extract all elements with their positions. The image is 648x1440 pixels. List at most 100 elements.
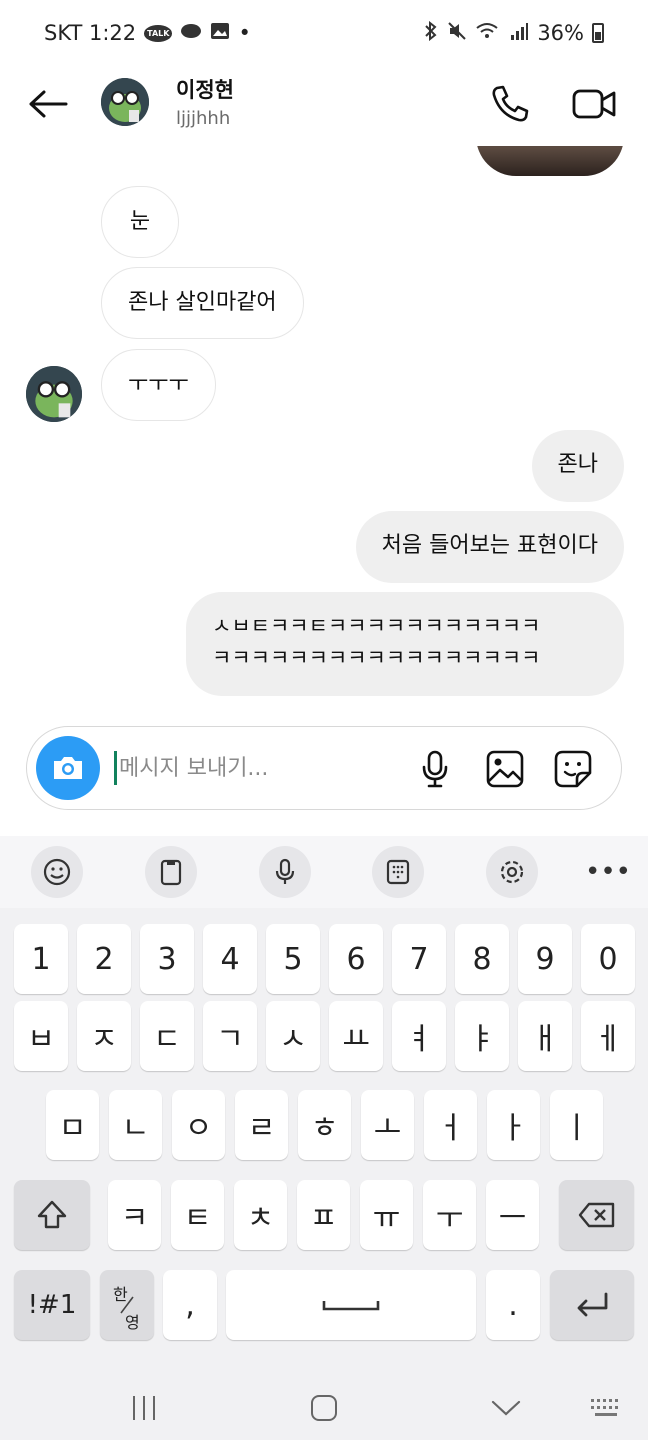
message-input[interactable] (119, 747, 399, 789)
sticker-button[interactable] (551, 747, 595, 791)
number-key[interactable]: 4 (203, 924, 257, 994)
backspace-key[interactable] (559, 1180, 634, 1250)
number-key[interactable]: 9 (518, 924, 572, 994)
chevron-down-icon (491, 1400, 521, 1416)
number-key[interactable]: 8 (455, 924, 509, 994)
video-camera-icon (572, 89, 616, 119)
number-key[interactable]: 5 (266, 924, 320, 994)
more-options-icon[interactable]: ••• (582, 846, 634, 898)
number-key[interactable]: 3 (140, 924, 194, 994)
back-button[interactable] (26, 86, 70, 122)
letter-key[interactable]: ㅌ (171, 1180, 224, 1250)
keypad-mode-button[interactable] (372, 846, 424, 898)
letter-key[interactable]: ㅔ (581, 1001, 635, 1071)
video-call-button[interactable] (571, 82, 617, 126)
keyboard-icon (591, 1399, 618, 1416)
enter-key[interactable] (550, 1270, 634, 1340)
message-bubble-in[interactable]: ㅜㅜㅜ (101, 349, 216, 421)
message-list: 눈 존나 살인마같어 ㅜㅜㅜ 존나 처음 들어보는 표현이다 ㅅㅂㅌㅋㅋㅌㅋㅋㅋ… (0, 146, 648, 726)
language-toggle-key[interactable]: 한 영 (100, 1270, 154, 1340)
voice-input-button[interactable] (259, 846, 311, 898)
letter-key[interactable]: ㅊ (234, 1180, 287, 1250)
microphone-icon (275, 858, 295, 884)
letter-key[interactable]: ㄹ (235, 1090, 288, 1160)
letter-key[interactable]: ㅂ (14, 1001, 68, 1071)
letter-key[interactable]: ㅓ (424, 1090, 477, 1160)
message-bubble-in[interactable]: 존나 살인마같어 (101, 267, 304, 339)
shift-icon (37, 1200, 67, 1229)
number-key[interactable]: 7 (392, 924, 446, 994)
letter-key[interactable]: ㄴ (109, 1090, 162, 1160)
contact-avatar[interactable] (101, 78, 149, 126)
system-nav-bar (0, 1376, 648, 1440)
voice-call-button[interactable] (488, 82, 532, 126)
backspace-icon (578, 1202, 614, 1228)
message-composer (26, 726, 622, 810)
kakaotalk-icon: TALK (144, 24, 173, 42)
status-bar: SKT 1:22 TALK • 36% (0, 0, 648, 66)
clipboard-button[interactable] (145, 846, 197, 898)
letter-key[interactable]: ㅣ (550, 1090, 603, 1160)
letter-key[interactable]: ㅁ (46, 1090, 99, 1160)
mute-icon (447, 21, 467, 45)
letter-key[interactable]: ㅍ (297, 1180, 350, 1250)
home-icon (311, 1395, 337, 1421)
enter-icon (577, 1292, 608, 1317)
battery-icon (592, 23, 604, 43)
recent-apps-icon (133, 1396, 155, 1420)
emoji-button[interactable] (31, 846, 83, 898)
battery-percent: 36% (537, 21, 584, 45)
period-key[interactable]: . (486, 1270, 540, 1340)
letter-key[interactable]: ㅡ (486, 1180, 539, 1250)
recent-apps-button[interactable] (114, 1386, 174, 1430)
bluetooth-icon (423, 20, 439, 45)
letter-key[interactable]: ㅇ (172, 1090, 225, 1160)
letter-key[interactable]: ㅑ (455, 1001, 509, 1071)
letter-key[interactable]: ㅎ (298, 1090, 351, 1160)
voice-message-button[interactable] (413, 747, 457, 791)
message-bubble-out[interactable]: 처음 들어보는 표현이다 (355, 511, 624, 583)
camera-button[interactable] (36, 736, 100, 800)
arrow-left-icon (29, 90, 68, 118)
letter-key[interactable]: ㅈ (77, 1001, 131, 1071)
letter-key[interactable]: ㄱ (203, 1001, 257, 1071)
space-key[interactable] (226, 1270, 476, 1340)
comma-key[interactable]: , (163, 1270, 217, 1340)
message-bubble-out[interactable]: ㅅㅂㅌㅋㅋㅌㅋㅋㅋㅋㅋㅋㅋㅋㅋㅋㅋ ㅋㅋㅋㅋㅋㅋㅋㅋㅋㅋㅋㅋㅋㅋㅋㅋㅋ (186, 592, 624, 696)
number-key[interactable]: 6 (329, 924, 383, 994)
text-cursor (114, 751, 117, 785)
letter-key[interactable]: ㅋ (108, 1180, 161, 1250)
keyboard-settings-button[interactable] (486, 846, 538, 898)
keyboard-switch-button[interactable] (576, 1386, 636, 1430)
contact-title[interactable]: 이정현 ljjjhhh (176, 74, 234, 129)
space-icon (322, 1301, 380, 1311)
letter-key[interactable]: ㅜ (423, 1180, 476, 1250)
letter-key[interactable]: ㅏ (487, 1090, 540, 1160)
letter-key[interactable]: ㄷ (140, 1001, 194, 1071)
contact-name: 이정현 (176, 78, 234, 102)
letter-key[interactable]: ㅛ (329, 1001, 383, 1071)
number-key[interactable]: 2 (77, 924, 131, 994)
letter-key[interactable]: ㅐ (518, 1001, 572, 1071)
symbols-key[interactable]: !#1 (14, 1270, 90, 1340)
message-bubble-in[interactable]: 눈 (101, 186, 179, 258)
number-key[interactable]: 0 (581, 924, 635, 994)
sender-avatar[interactable] (26, 366, 82, 422)
photo-message[interactable] (476, 146, 624, 176)
shift-key[interactable] (14, 1180, 90, 1250)
microphone-icon (422, 750, 448, 788)
hide-keyboard-button[interactable] (476, 1386, 536, 1430)
sticker-icon (554, 750, 592, 788)
letter-key[interactable]: ㅗ (361, 1090, 414, 1160)
letter-key[interactable]: ㅅ (266, 1001, 320, 1071)
keyboard: ••• !#1 한 영 , . 1234567890 ㅂㅈㄷㄱㅅㅛㅕㅑㅐㅔㅁㄴㅇㄹ… (0, 836, 648, 1376)
letter-key[interactable]: ㅠ (360, 1180, 413, 1250)
number-key[interactable]: 1 (14, 924, 68, 994)
carrier-time: SKT 1:22 (44, 21, 137, 45)
messenger-icon (180, 22, 202, 44)
letter-key[interactable]: ㅕ (392, 1001, 446, 1071)
message-bubble-out[interactable]: 존나 (531, 430, 624, 502)
home-button[interactable] (294, 1386, 354, 1430)
gallery-button[interactable] (483, 747, 527, 791)
phone-icon (492, 85, 529, 122)
